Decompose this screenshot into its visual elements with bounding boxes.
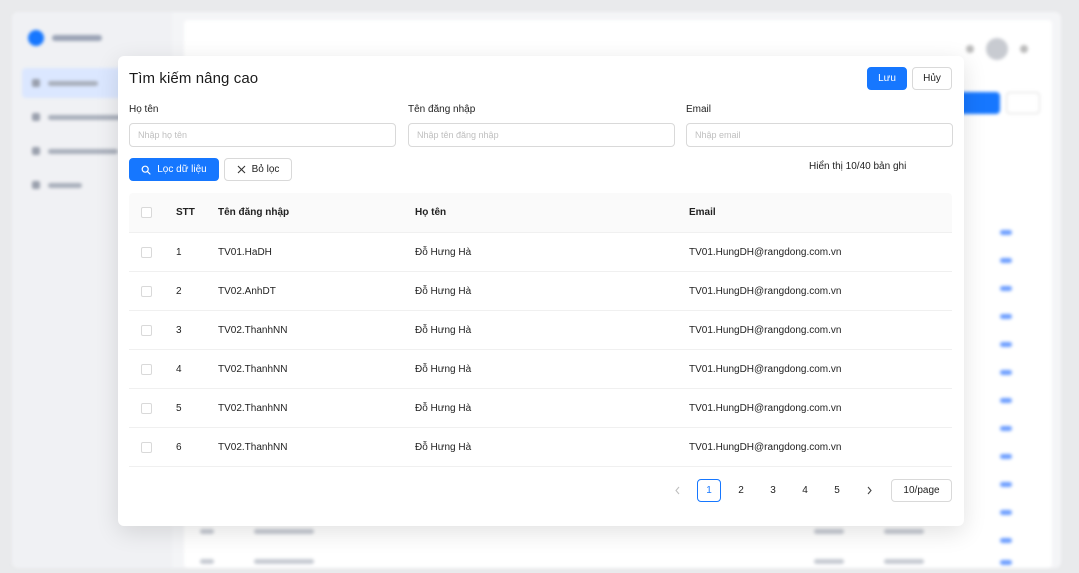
row-email: TV01.HungDH@rangdong.com.vn	[689, 402, 842, 414]
close-icon	[237, 165, 246, 174]
header-stt: STT	[176, 207, 195, 218]
row-checkbox[interactable]	[141, 324, 152, 336]
row-email: TV01.HungDH@rangdong.com.vn	[689, 324, 842, 336]
row-email: TV01.HungDH@rangdong.com.vn	[689, 246, 842, 258]
page-size-select[interactable]: 10/page	[891, 479, 952, 502]
row-fullname: Đỗ Hưng Hà	[415, 285, 472, 297]
user-table: STT Tên đăng nhập Họ tên Email 1 TV01.Ha…	[129, 193, 952, 467]
table-row[interactable]: 4 TV02.ThanhNN Đỗ Hưng Hà TV01.HungDH@ra…	[129, 350, 952, 389]
chevron-right-icon[interactable]	[857, 479, 881, 502]
chevron-left-icon[interactable]	[665, 479, 689, 502]
filter-data-label: Lọc dữ liệu	[157, 164, 207, 175]
cancel-button[interactable]: Hủy	[912, 67, 952, 90]
advanced-search-modal: Tìm kiếm nâng cao Lưu Hủy Họ tên Tên đăn…	[118, 56, 964, 526]
row-stt: 3	[176, 324, 182, 336]
clear-filter-label: Bỏ lọc	[251, 164, 280, 175]
fullname-input[interactable]	[129, 123, 396, 147]
row-checkbox[interactable]	[141, 285, 152, 297]
page-1[interactable]: 1	[697, 479, 721, 502]
page-4[interactable]: 4	[793, 479, 817, 502]
row-checkbox[interactable]	[141, 363, 152, 375]
fullname-label: Họ tên	[129, 104, 159, 115]
row-checkbox[interactable]	[141, 246, 152, 258]
row-checkbox[interactable]	[141, 402, 152, 414]
row-fullname: Đỗ Hưng Hà	[415, 363, 472, 375]
table-row[interactable]: 3 TV02.ThanhNN Đỗ Hưng Hà TV01.HungDH@ra…	[129, 311, 952, 350]
username-input[interactable]	[408, 123, 675, 147]
row-email: TV01.HungDH@rangdong.com.vn	[689, 441, 842, 453]
email-input[interactable]	[686, 123, 953, 147]
row-username: TV02.ThanhNN	[218, 324, 288, 336]
row-fullname: Đỗ Hưng Hà	[415, 246, 472, 258]
row-username: TV01.HaDH	[218, 246, 272, 258]
page-3[interactable]: 3	[761, 479, 785, 502]
row-checkbox[interactable]	[141, 441, 152, 453]
row-username: TV02.ThanhNN	[218, 441, 288, 453]
modal-title: Tìm kiếm nâng cao	[129, 70, 259, 87]
page-2[interactable]: 2	[729, 479, 753, 502]
clear-filter-button[interactable]: Bỏ lọc	[224, 158, 292, 181]
table-row[interactable]: 6 TV02.ThanhNN Đỗ Hưng Hà TV01.HungDH@ra…	[129, 428, 952, 467]
save-button[interactable]: Lưu	[867, 67, 907, 90]
row-fullname: Đỗ Hưng Hà	[415, 402, 472, 414]
header-fullname: Họ tên	[415, 207, 447, 218]
row-email: TV01.HungDH@rangdong.com.vn	[689, 285, 842, 297]
pagination: 1 2 3 4 5 10/page	[665, 479, 952, 502]
email-label: Email	[686, 104, 712, 115]
row-fullname: Đỗ Hưng Hà	[415, 324, 472, 336]
row-stt: 5	[176, 402, 182, 414]
row-username: TV02.ThanhNN	[218, 363, 288, 375]
row-stt: 2	[176, 285, 182, 297]
row-fullname: Đỗ Hưng Hà	[415, 441, 472, 453]
username-label: Tên đăng nhập	[408, 104, 476, 115]
row-stt: 6	[176, 441, 182, 453]
row-email: TV01.HungDH@rangdong.com.vn	[689, 363, 842, 375]
row-stt: 4	[176, 363, 182, 375]
record-count-text: Hiển thị 10/40 bản ghi	[809, 161, 907, 172]
filter-data-button[interactable]: Lọc dữ liệu	[129, 158, 219, 181]
row-username: TV02.AnhDT	[218, 285, 276, 297]
select-all-checkbox[interactable]	[141, 207, 152, 218]
table-row[interactable]: 2 TV02.AnhDT Đỗ Hưng Hà TV01.HungDH@rang…	[129, 272, 952, 311]
page-5[interactable]: 5	[825, 479, 849, 502]
header-email: Email	[689, 207, 716, 218]
table-row[interactable]: 1 TV01.HaDH Đỗ Hưng Hà TV01.HungDH@rangd…	[129, 233, 952, 272]
background-logo	[28, 30, 102, 46]
table-row[interactable]: 5 TV02.ThanhNN Đỗ Hưng Hà TV01.HungDH@ra…	[129, 389, 952, 428]
row-stt: 1	[176, 246, 182, 258]
header-username: Tên đăng nhập	[218, 207, 290, 218]
row-username: TV02.ThanhNN	[218, 402, 288, 414]
table-header: STT Tên đăng nhập Họ tên Email	[129, 193, 952, 233]
search-icon	[141, 165, 151, 175]
